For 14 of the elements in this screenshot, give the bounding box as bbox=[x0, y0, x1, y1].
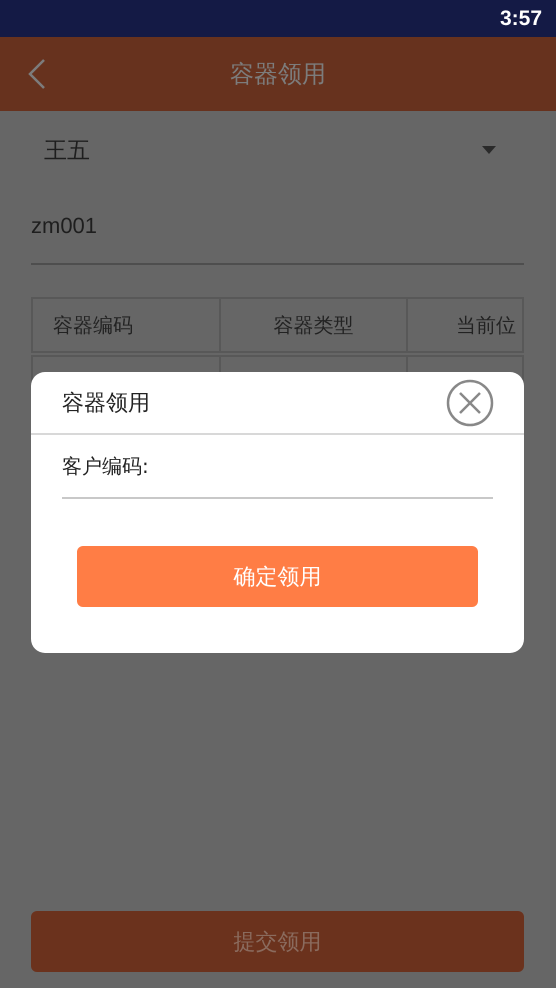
column-header: 当前位 bbox=[408, 297, 524, 353]
customer-code-field[interactable]: 客户编码: bbox=[62, 435, 493, 499]
dialog-title: 容器领用 bbox=[62, 390, 150, 418]
header-title: 容器领用 bbox=[230, 59, 326, 90]
column-header: 容器类型 bbox=[221, 297, 408, 353]
container-code-field[interactable]: zm001 bbox=[31, 189, 524, 265]
column-header: 容器编码 bbox=[31, 297, 221, 353]
close-button[interactable] bbox=[446, 378, 494, 426]
caret-icon bbox=[482, 146, 496, 154]
user-dropdown[interactable]: 王五 bbox=[31, 111, 524, 189]
confirm-button[interactable]: 确定领用 bbox=[77, 546, 478, 607]
back-button[interactable] bbox=[28, 58, 46, 90]
status-time: 3:57 bbox=[500, 6, 542, 30]
submit-button[interactable]: 提交领用 bbox=[31, 911, 524, 972]
